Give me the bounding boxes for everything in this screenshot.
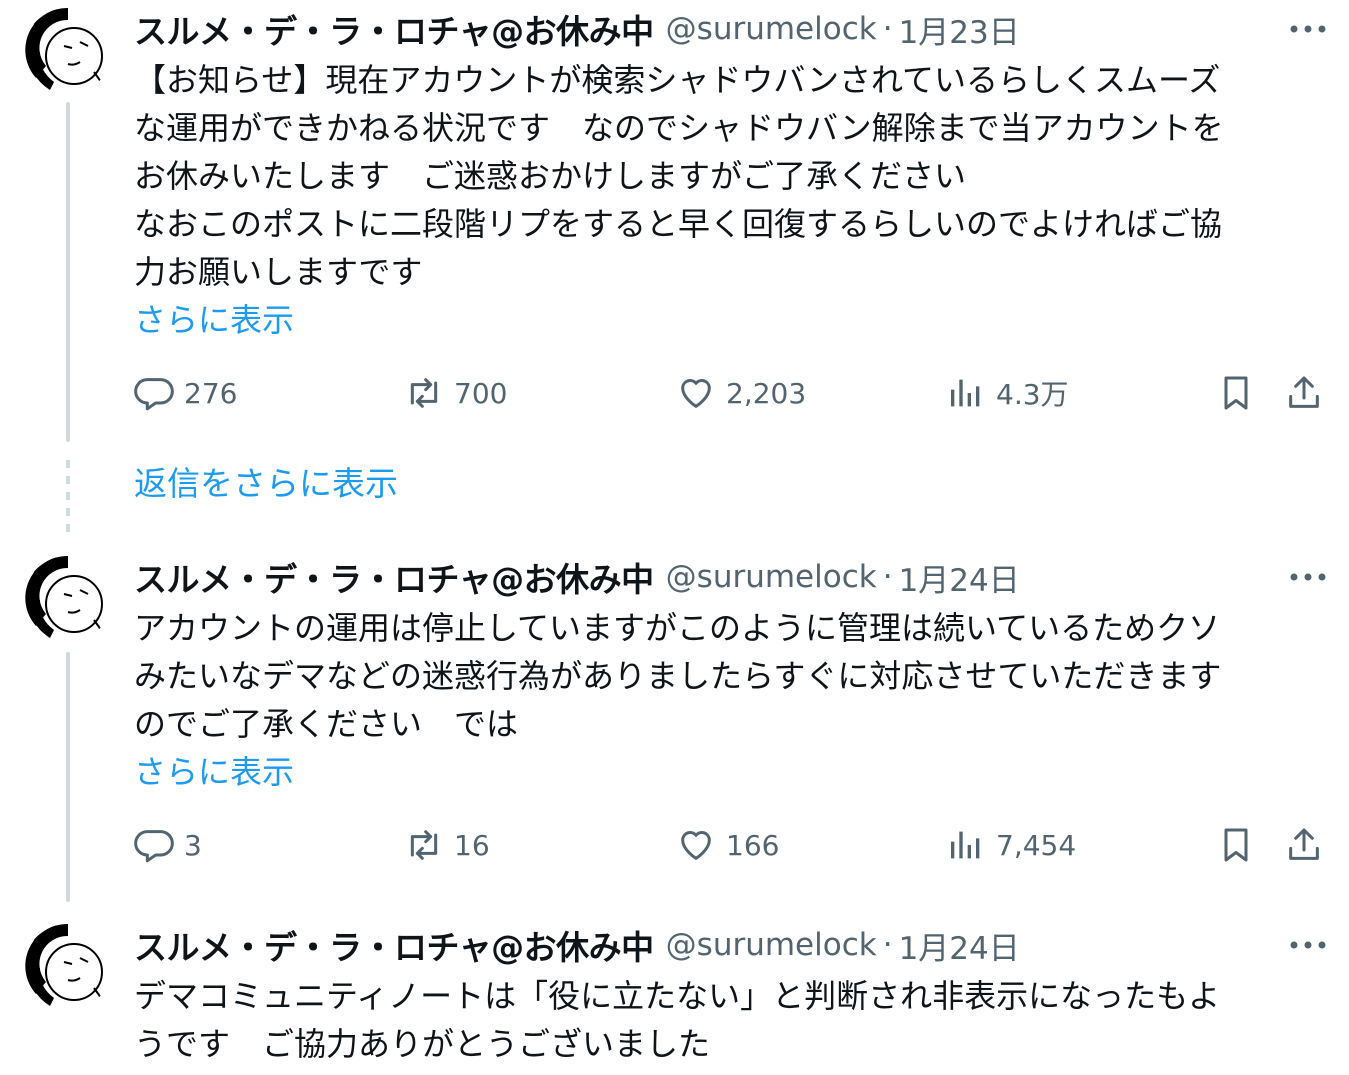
like-button[interactable]: 166: [676, 820, 779, 870]
avatar-drawing: [25, 7, 105, 90]
tweet-header: スルメ・デ・ラ・ロチャ@お休み中 @surumelock · 1月24日: [134, 920, 1020, 970]
like-icon: [681, 831, 711, 860]
tweet-text-line: アカウントの運用は停止していますがこのように管理は続いているためクソ: [134, 609, 1221, 647]
views-icon: [951, 379, 980, 407]
view-count: 4.3万: [996, 378, 1069, 411]
display-name[interactable]: スルメ・デ・ラ・ロチャ@お休み中: [134, 5, 654, 53]
more-icon: [1290, 25, 1326, 33]
tweet-text-line: みたいなデマなどの迷惑行為がありましたらすぐに対応させていただきます: [134, 657, 1222, 695]
timestamp[interactable]: 1月24日: [899, 555, 1020, 600]
action-bar: 276 700 2,203 4.3万: [134, 368, 1330, 418]
tweet-text-line: 力お願いしますです: [134, 253, 423, 291]
share-icon: [1289, 828, 1319, 860]
show-more-link[interactable]: さらに表示: [134, 748, 294, 796]
show-more-replies-link[interactable]: 返信をさらに表示: [134, 460, 398, 508]
avatar[interactable]: [24, 6, 112, 94]
bookmark-button[interactable]: [1216, 368, 1256, 418]
timestamp[interactable]: 1月24日: [899, 923, 1020, 968]
tweet-text-line: な運用ができかねる状況です なのでシャドウバン解除まで当アカウントを: [134, 109, 1224, 147]
avatar-drawing: [25, 923, 105, 1006]
share-icon: [1289, 376, 1319, 408]
thread-line: [66, 652, 70, 902]
tweet-text-line: お休みいたします ご迷惑おかけしますがご了承ください: [134, 157, 967, 195]
avatar[interactable]: [24, 922, 112, 1010]
separator: ·: [882, 11, 893, 47]
user-handle[interactable]: @surumelock: [666, 11, 877, 47]
avatar[interactable]: [24, 554, 112, 642]
tweet-text: アカウントの運用は停止していますがこのように管理は続いているためクソ みたいなデ…: [134, 604, 1324, 748]
repost-count: 16: [454, 828, 490, 862]
separator: ·: [882, 559, 893, 595]
repost-icon: [410, 378, 438, 408]
tweet-text-line: なおこのポストに二段階リプをすると早く回復するらしいのでよければご協: [134, 205, 1223, 243]
bookmark-button[interactable]: [1216, 820, 1256, 870]
views-button[interactable]: 4.3万: [946, 368, 1069, 418]
tweet-text-line: デマコミュニティノートは「役に立たない」と判断され非表示になったもよ: [134, 977, 1221, 1015]
views-icon: [951, 831, 980, 859]
thread-line: [66, 102, 70, 442]
tweet-text: 【お知らせ】現在アカウントが検索シャドウバンされているらしくスムーズ な運用がで…: [134, 56, 1324, 296]
repost-button[interactable]: 16: [404, 820, 490, 870]
bookmark-icon: [1224, 376, 1248, 410]
share-button[interactable]: [1284, 820, 1324, 870]
like-button[interactable]: 2,203: [676, 368, 806, 418]
reply-button[interactable]: 3: [134, 820, 202, 870]
more-button[interactable]: [1286, 930, 1330, 960]
more-icon: [1290, 941, 1326, 949]
like-icon: [681, 379, 711, 408]
tweet-text-line: 【お知らせ】現在アカウントが検索シャドウバンされているらしくスムーズ: [134, 61, 1221, 99]
bookmark-icon: [1224, 828, 1248, 862]
view-count: 7,454: [996, 828, 1077, 862]
user-handle[interactable]: @surumelock: [666, 559, 877, 595]
views-button[interactable]: 7,454: [946, 820, 1076, 870]
separator: ·: [882, 927, 893, 963]
repost-button[interactable]: 700: [404, 368, 507, 418]
tweet-header: スルメ・デ・ラ・ロチャ@お休み中 @surumelock · 1月24日: [134, 552, 1020, 602]
more-icon: [1290, 573, 1326, 581]
repost-count: 700: [454, 376, 508, 410]
thread-line-dotted: [66, 460, 70, 540]
repost-icon: [410, 830, 438, 860]
avatar-drawing: [25, 555, 105, 638]
reply-icon: [134, 378, 174, 411]
tweet-header: スルメ・デ・ラ・ロチャ@お休み中 @surumelock · 1月23日: [134, 4, 1020, 54]
display-name[interactable]: スルメ・デ・ラ・ロチャ@お休み中: [134, 553, 654, 601]
more-button[interactable]: [1286, 14, 1330, 44]
reply-count: 3: [184, 828, 202, 862]
user-handle[interactable]: @surumelock: [666, 927, 877, 963]
reply-button[interactable]: 276: [134, 368, 237, 418]
reply-icon: [134, 830, 174, 863]
tweet-text-line: うです ご協力ありがとうございました: [134, 1025, 711, 1063]
tweet-text-line: のでご了承ください では: [134, 705, 519, 743]
more-button[interactable]: [1286, 562, 1330, 592]
show-more-link[interactable]: さらに表示: [134, 296, 294, 344]
action-bar: 3 16 166 7,454: [134, 820, 1330, 870]
share-button[interactable]: [1284, 368, 1324, 418]
tweet-text: デマコミュニティノートは「役に立たない」と判断され非表示になったもよ うです ご…: [134, 972, 1324, 1068]
timestamp[interactable]: 1月23日: [899, 7, 1020, 52]
display-name[interactable]: スルメ・デ・ラ・ロチャ@お休み中: [134, 921, 654, 969]
like-count: 2,203: [726, 376, 807, 410]
like-count: 166: [726, 828, 780, 862]
reply-count: 276: [184, 376, 238, 410]
